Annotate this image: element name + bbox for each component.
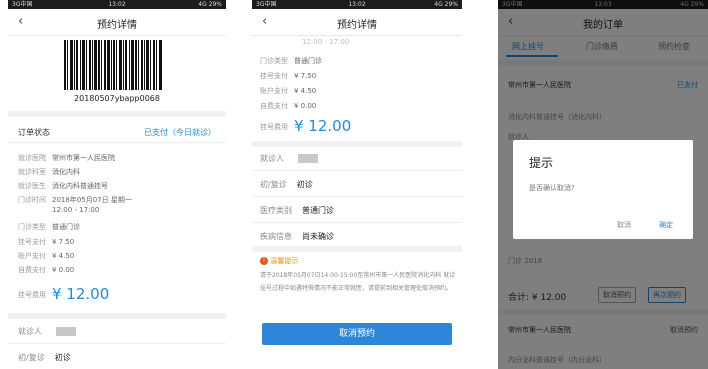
visit-type-field: 初/复诊 初诊 [260,180,313,189]
dialog-confirm-button[interactable]: 确定 [659,220,673,230]
notice-header: ! 温馨提示 [260,256,456,266]
page-title: 预约详情 [97,20,137,31]
patient-field: 就诊人 [18,326,76,337]
info-row-registration-pay: 挂号支付 ¥ 7.50 [260,72,317,80]
patient-name-redacted [56,327,76,336]
barcode-number: 20180507ybapp0068 [74,94,160,103]
confirm-dialog: 提示 是否确认取消? 取消 确定 [513,140,693,239]
nav-bar: ‹ 预约详情 [8,9,226,36]
info-row-self-pay: 自费支付 ¥ 0.00 [260,102,317,110]
cancel-appointment-button[interactable]: 取消预约 [262,323,452,345]
order-status-row: 订单状态 [18,127,50,138]
divider [8,111,226,117]
notice-text-2: 挂号过程中如遇特殊情况不能正常就医，请提前到相关管理处取消预约。 [260,285,453,292]
info-row-registration-pay: 挂号支付 ¥ 7.50 [18,238,75,246]
order-status-value: 已支付（今日就诊） [144,128,216,137]
visit-type-field: 初/复诊 初诊 [18,353,71,362]
info-row-clinic-time: 门诊时间 2018年05月07日 星期一 [18,196,132,204]
dialog-cancel-button[interactable]: 取消 [617,220,631,230]
info-row-clinic-hours: 12:00 - 17:00 [52,206,100,214]
info-row-clinic-type: 门诊类型 普通门诊 [18,223,80,231]
phone-screen-appointment-detail: 3G中国 13:02 4G 29% ‹ 预约详情 20180507ybapp00… [8,0,226,369]
phone-screen-my-orders: 3G中国 13:03 4G 29% ‹ 我的订单 网上挂号 门诊缴费 预约检查 … [498,0,708,369]
divider [8,343,226,344]
barcode [64,40,162,90]
disease-info-field: 疾病信息 尚未确诊 [260,232,334,241]
battery-text: 4G 29% [434,1,458,8]
notice-box: ! 温馨提示 请于2018年05月07日14:00-15:00至常州市第一人民医… [260,256,456,293]
status-bar: 3G中国 13:02 4G 29% [8,0,226,9]
notice-text-1: 请于2018年05月07日14:00-15:00至常州市第一人民医院消化内科 就… [260,272,456,279]
total-fee-row: 挂号费用 ¥ 12.00 [18,285,110,303]
partial-clinic-hours: 12:00 - 17:00 [302,38,350,46]
divider [252,222,462,223]
nav-bar: ‹ 预约详情 [252,9,462,36]
info-row-account-pay: 账户支付 ¥ 4.50 [260,87,317,95]
status-bar: 3G中国 13:02 4G 29% [252,0,462,9]
clock-text: 13:02 [108,1,126,8]
medical-category-field: 医疗类别 普通门诊 [260,206,334,215]
total-fee-row: 挂号费用 ¥ 12.00 [260,117,352,135]
divider [8,142,226,143]
divider [252,141,462,147]
patient-field: 就诊人 [260,153,318,164]
total-fee-value: ¥ 12.00 [52,285,110,303]
total-fee-value: ¥ 12.00 [294,117,352,135]
divider [252,196,462,197]
info-row-doctor: 就诊医生 消化内科普通挂号 [18,182,108,190]
dialog-title: 提示 [529,156,554,170]
page-title: 预约详情 [337,20,377,31]
info-row-account-pay: 账户支付 ¥ 4.50 [18,252,75,260]
divider [8,313,226,319]
info-row-department: 就诊科室 消化内科 [18,168,80,176]
dialog-message: 是否确认取消? [529,184,575,192]
info-row-hospital: 就诊医院 常州市第一人民医院 [18,154,115,162]
divider [252,170,462,171]
phone-screen-appointment-detail-scrolled: 3G中国 13:02 4G 29% ‹ 预约详情 12:00 - 17:00 门… [252,0,462,369]
divider [252,246,462,252]
notice-title: 温馨提示 [270,257,299,265]
info-icon: ! [260,257,268,265]
battery-text: 4G 29% [198,1,222,8]
clock-text: 13:02 [348,1,366,8]
order-status-label: 订单状态 [18,128,50,137]
info-row-clinic-type: 门诊类型 普通门诊 [260,57,322,65]
info-row-self-pay: 自费支付 ¥ 0.00 [18,266,75,274]
patient-name-redacted [298,154,318,163]
